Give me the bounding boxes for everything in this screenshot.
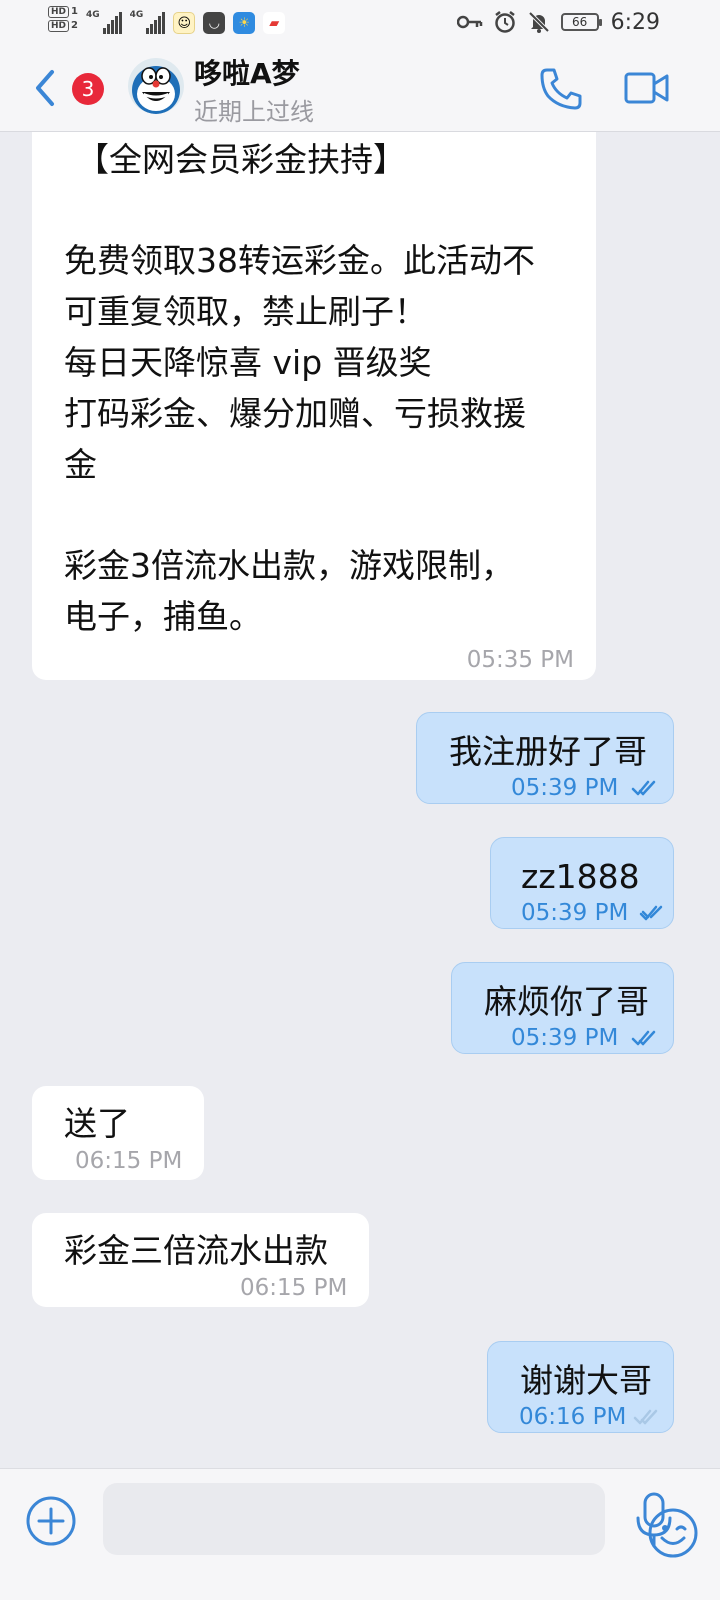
message-time: 05:39 PM [511, 775, 619, 801]
notification-bag-icon: ◡ [203, 12, 226, 34]
notification-app-icon-1: ☺ [173, 12, 196, 34]
read-double-check-icon [631, 780, 656, 796]
message-text: 彩金三倍流水出款 [64, 1231, 328, 1270]
hd-indicator-1: HD 1 [48, 6, 78, 18]
unread-count-badge[interactable]: 3 [72, 73, 104, 105]
outgoing-message[interactable]: 我注册好了哥 05:39 PM [416, 712, 674, 804]
message-text-line: 打码彩金、爆分加赠、亏损救援 [64, 394, 526, 433]
incoming-message[interactable]: 【全网会员彩金扶持】 免费领取38转运彩金。此活动不 可重复领取，禁止刷子！ 每… [32, 132, 596, 680]
message-text-line: 电子，捕鱼。 [64, 597, 262, 636]
message-text-line: 金 [64, 445, 97, 484]
message-time: 05:35 PM [466, 647, 574, 673]
status-time: 6:29 [610, 9, 660, 35]
video-call-icon[interactable] [624, 70, 670, 106]
message-time: 06:15 PM [75, 1148, 183, 1174]
outgoing-message[interactable]: 麻烦你了哥 05:39 PM [451, 962, 674, 1054]
message-text-line: 免费领取38转运彩金。此活动不 [64, 241, 535, 280]
signal-icon-2: 4G [130, 10, 166, 34]
sent-double-check-icon [633, 1409, 658, 1425]
message-text-line: 可重复领取，禁止刷子！ [64, 292, 427, 331]
hd-indicator-2: HD 2 [48, 20, 78, 32]
read-double-check-icon [631, 1030, 656, 1046]
contact-name[interactable]: 哆啦A梦 [194, 52, 300, 92]
message-text: zz1888 [521, 857, 640, 896]
phone-call-icon[interactable] [538, 66, 584, 112]
incoming-message[interactable]: 送了 06:15 PM [32, 1086, 204, 1180]
incoming-message[interactable]: 彩金三倍流水出款 06:15 PM [32, 1213, 369, 1307]
message-time: 05:39 PM [521, 900, 629, 926]
outgoing-message[interactable]: 谢谢大哥 06:16 PM [487, 1341, 674, 1433]
message-text: 送了 [64, 1104, 130, 1143]
message-text: 麻烦你了哥 [484, 982, 649, 1021]
signal-icon-1: 4G [86, 10, 122, 34]
alarm-icon [494, 11, 515, 33]
outgoing-message[interactable]: zz1888 05:39 PM [490, 837, 674, 929]
message-time: 05:39 PM [511, 1025, 619, 1051]
chat-header: 3 哆啦A梦 近期上过线 [0, 44, 720, 132]
back-arrow-icon[interactable] [30, 66, 58, 110]
mute-icon [528, 11, 550, 33]
message-text: 谢谢大哥 [520, 1361, 652, 1400]
reader-app-icon: ▰ [263, 12, 286, 34]
attach-plus-icon[interactable] [25, 1495, 77, 1547]
contact-last-seen: 近期上过线 [194, 98, 314, 126]
message-time: 06:15 PM [240, 1275, 348, 1301]
delivered-check-icon [639, 905, 663, 921]
message-text: 我注册好了哥 [449, 732, 647, 771]
message-time: 06:16 PM [519, 1404, 627, 1430]
chat-screen: HD 1 HD 2 4G 4G ☺ ◡ ☀ ▰ 66 6:29 3 哆啦A梦 近… [0, 0, 720, 1600]
message-list[interactable]: 【全网会员彩金扶持】 免费领取38转运彩金。此活动不 可重复领取，禁止刷子！ 每… [0, 132, 720, 1468]
battery-icon: 66 [560, 13, 602, 31]
weather-icon: ☀ [233, 12, 256, 34]
status-left: HD 1 HD 2 4G 4G ☺ ◡ ☀ ▰ [48, 6, 286, 40]
message-text-line: 【全网会员彩金扶持】 [76, 140, 406, 179]
key-icon [456, 15, 482, 29]
status-right: 66 6:29 [456, 8, 660, 36]
message-input[interactable] [103, 1483, 698, 1558]
microphone-icon[interactable] [634, 1491, 674, 1549]
hd-indicators: HD 1 HD 2 [48, 6, 78, 32]
message-text-line: 每日天降惊喜 vip 晋级奖 [64, 343, 432, 382]
input-bar [0, 1468, 720, 1600]
status-bar: HD 1 HD 2 4G 4G ☺ ◡ ☀ ▰ 66 6:29 [0, 0, 720, 44]
doraemon-avatar-icon [128, 58, 184, 114]
contact-avatar[interactable] [128, 58, 184, 114]
message-text-line: 彩金3倍流水出款，游戏限制， [64, 546, 514, 585]
